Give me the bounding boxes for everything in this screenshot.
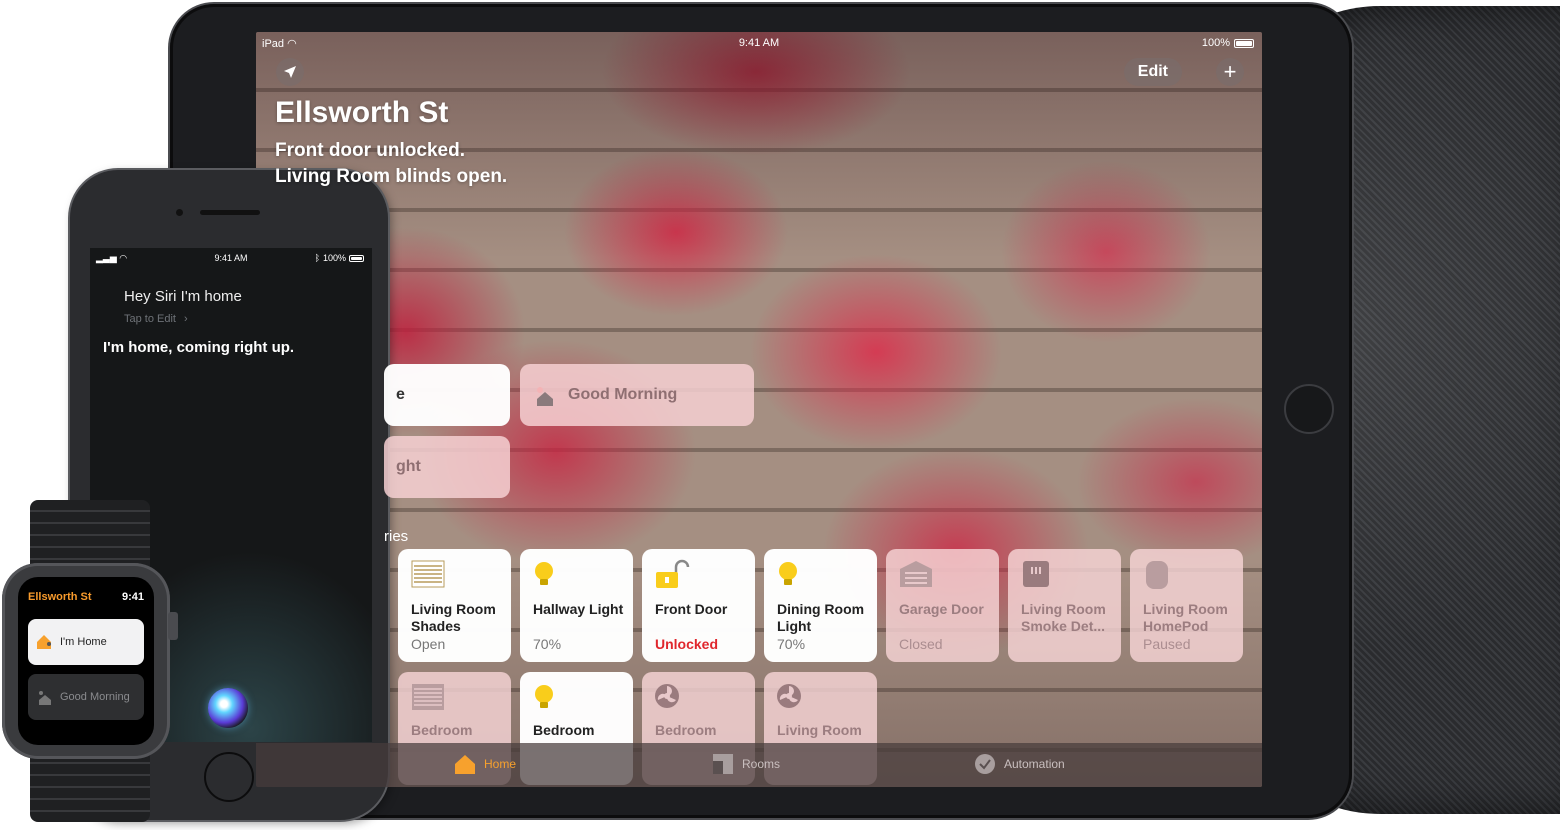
ipad-home-button[interactable] bbox=[1284, 384, 1334, 434]
scene-tile-good-night[interactable]: ght bbox=[384, 436, 510, 498]
house-person-icon bbox=[37, 635, 51, 649]
bluetooth-icon: ᛒ bbox=[314, 253, 320, 263]
accessory-tile[interactable]: Hallway Light 70% bbox=[520, 549, 633, 662]
watch-scene-good-morning[interactable]: Good Morning bbox=[28, 674, 144, 720]
watch-time: 9:41 bbox=[121, 591, 144, 603]
lightbulb-icon bbox=[779, 562, 797, 585]
edit-button[interactable]: Edit bbox=[1123, 58, 1182, 86]
accessory-state: 70% bbox=[777, 636, 806, 652]
battery-indicator: 100% bbox=[1202, 37, 1254, 49]
accessory-state: Open bbox=[411, 636, 446, 652]
iphone-speaker bbox=[200, 210, 260, 215]
accessory-name: Front Door bbox=[655, 601, 728, 617]
tab-automation[interactable]: Automation bbox=[974, 753, 1065, 775]
home-icon bbox=[455, 755, 475, 774]
watch-scene-im-home[interactable]: I'm Home bbox=[28, 619, 144, 665]
status-line: Front door unlocked. bbox=[275, 140, 465, 161]
accessory-state: Paused bbox=[1143, 636, 1191, 652]
location-arrow-icon bbox=[284, 66, 296, 78]
tab-label: Automation bbox=[1004, 757, 1065, 771]
home-status: Front door unlocked. Living Room blinds … bbox=[275, 138, 507, 190]
scene-tile-good-morning[interactable]: Good Morning bbox=[520, 364, 754, 426]
tab-label: Home bbox=[484, 757, 517, 771]
scene-tile-im-home[interactable]: e bbox=[384, 364, 510, 426]
accessory-name: Garage Door bbox=[899, 601, 984, 617]
watch-band bbox=[30, 500, 150, 568]
smoke-detector-icon bbox=[1023, 561, 1049, 587]
home-title: Ellsworth St bbox=[275, 96, 449, 129]
unlocked-icon bbox=[656, 559, 690, 588]
watch-band bbox=[30, 752, 150, 822]
location-arrow-button[interactable] bbox=[276, 58, 304, 86]
accessory-tile[interactable]: Living Room HomePod Paused bbox=[1130, 549, 1243, 662]
lightbulb-icon bbox=[535, 562, 553, 585]
accessory-state: 70% bbox=[533, 636, 562, 652]
tab-label: Rooms bbox=[742, 757, 781, 771]
battery-icon bbox=[1234, 38, 1254, 48]
accessory-tile[interactable]: Living Room Smoke Det... bbox=[1008, 549, 1121, 662]
rooms-icon bbox=[713, 754, 733, 774]
watch-home-title: Ellsworth St bbox=[28, 591, 92, 603]
fan-icon bbox=[655, 684, 679, 708]
iphone-camera bbox=[176, 209, 183, 216]
accessory-name: Living Room Smoke Det... bbox=[1021, 601, 1106, 634]
homepod-icon bbox=[1146, 561, 1168, 589]
plus-icon: + bbox=[1223, 59, 1237, 84]
accessory-name: Living Room Shades bbox=[411, 601, 496, 634]
accessory-name: Dining Room Light bbox=[777, 601, 865, 634]
scene-label: e bbox=[396, 386, 405, 403]
accessory-tile[interactable]: Garage Door Closed bbox=[886, 549, 999, 662]
chevron-right-icon: › bbox=[183, 313, 188, 325]
battery-indicator: ᛒ 100% bbox=[315, 253, 364, 263]
accessory-name: Living Room HomePod bbox=[1143, 601, 1228, 634]
iphone-home-button[interactable] bbox=[204, 752, 254, 802]
watch-digital-crown[interactable] bbox=[168, 612, 178, 640]
accessory-name: Hallway Light bbox=[533, 601, 624, 617]
accessory-tile[interactable]: Dining Room Light 70% bbox=[764, 549, 877, 662]
siri-orb-icon[interactable] bbox=[208, 688, 248, 728]
siri-query: Hey Siri I'm home bbox=[124, 288, 242, 305]
status-line: Living Room blinds open. bbox=[275, 166, 508, 187]
accessory-name: Living Room bbox=[777, 722, 862, 738]
accessory-state: Closed bbox=[899, 636, 943, 652]
ipad-screen: iPad ◠ 9:41 AM 100% Edit + Ellsworth St … bbox=[256, 32, 1262, 787]
accessory-tile[interactable]: Front Door Unlocked bbox=[642, 549, 755, 662]
tap-to-edit-link[interactable]: Tap to Edit › bbox=[124, 313, 188, 325]
lightbulb-icon bbox=[535, 685, 553, 708]
ipad-status-bar: iPad ◠ 9:41 AM 100% bbox=[256, 36, 1262, 52]
watch-screen: Ellsworth St 9:41 I'm Home Good Morning bbox=[18, 577, 154, 745]
accessory-state: Unlocked bbox=[655, 636, 719, 652]
scene-label: ght bbox=[396, 458, 421, 475]
tab-rooms[interactable]: Rooms bbox=[712, 753, 780, 775]
battery-icon bbox=[349, 254, 364, 262]
shades-icon bbox=[412, 684, 444, 710]
add-button[interactable]: + bbox=[1216, 58, 1244, 86]
tab-bar: Home Rooms Automation bbox=[256, 743, 1262, 787]
fan-icon bbox=[777, 684, 801, 708]
garage-icon bbox=[900, 561, 932, 587]
accessory-name: Bedroom bbox=[411, 722, 473, 738]
accessory-tile[interactable]: Living Room Shades Open bbox=[398, 549, 511, 662]
accessory-name: Bedroom bbox=[655, 722, 717, 738]
accessory-name: Bedroom bbox=[533, 722, 595, 738]
status-time: 9:41 AM bbox=[738, 37, 780, 49]
house-sun-icon bbox=[39, 691, 51, 705]
house-sun-icon bbox=[537, 387, 553, 406]
section-label-favorite-accessories: ries bbox=[384, 528, 409, 545]
tab-home[interactable]: Home bbox=[454, 753, 516, 775]
siri-response: I'm home, coming right up. bbox=[103, 339, 295, 356]
scene-label: Good Morning bbox=[568, 386, 678, 403]
shades-icon bbox=[411, 560, 445, 588]
automation-clock-icon bbox=[975, 754, 995, 774]
